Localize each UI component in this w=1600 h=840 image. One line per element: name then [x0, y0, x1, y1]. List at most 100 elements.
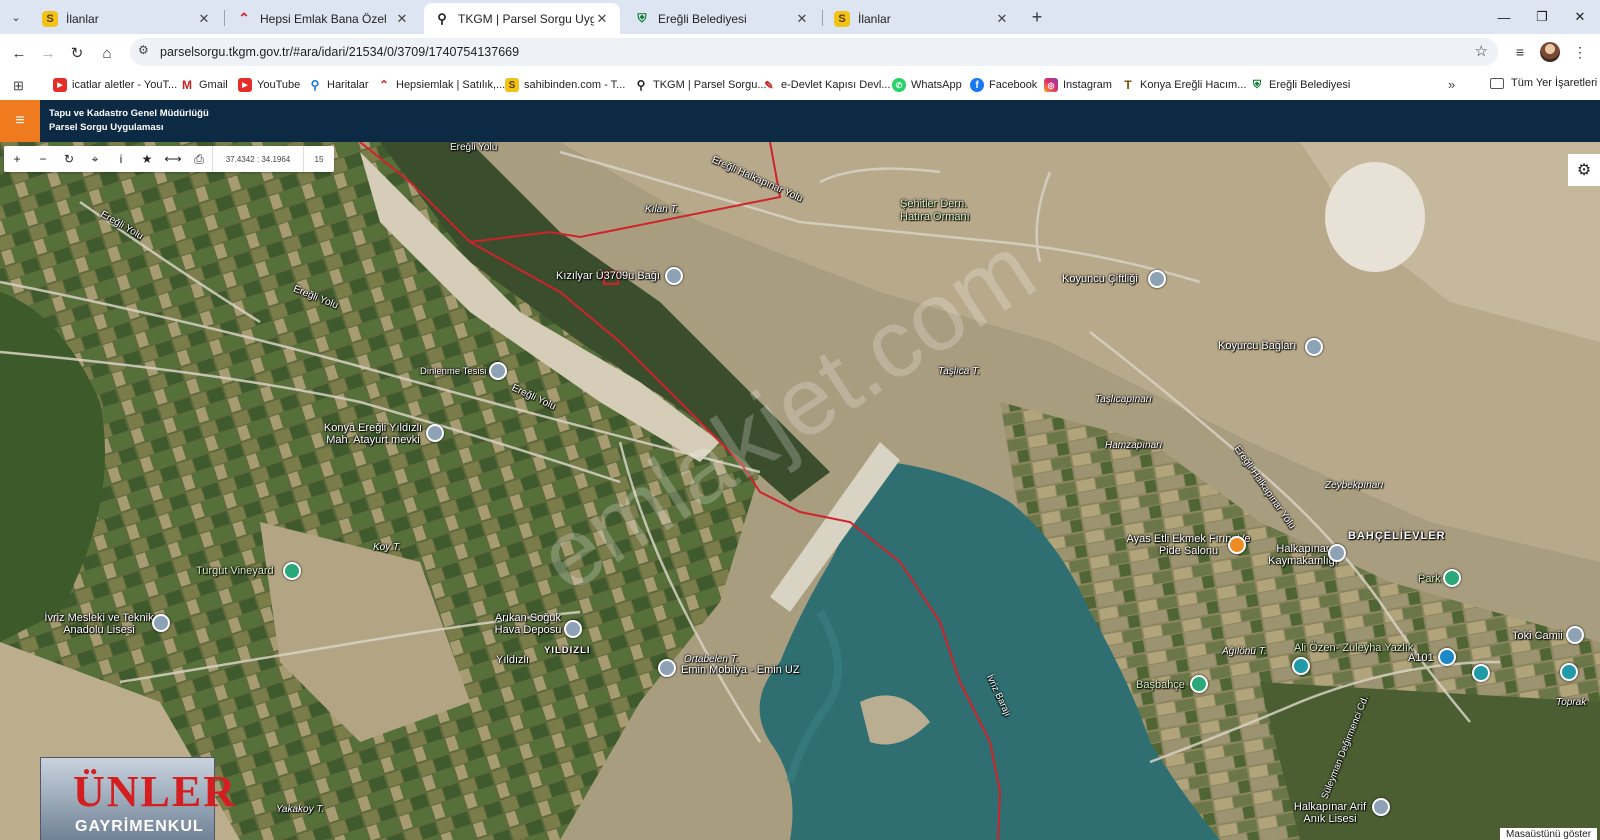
- avatar[interactable]: [1540, 42, 1560, 62]
- zoom-in-icon[interactable]: +: [4, 146, 30, 172]
- app-title: Tapu ve Kadastro Genel Müdürlüğü Parsel …: [49, 107, 209, 135]
- school-icon[interactable]: [152, 614, 170, 632]
- satellite-map[interactable]: emlakjet.com Ereğli Yolu Ereğli Yolu Ere…: [0, 142, 1600, 840]
- tab-search-icon[interactable]: ⌄: [4, 6, 28, 28]
- bookmark-item[interactable]: ▶ icatlar aletler - YouT...: [53, 77, 177, 93]
- bookmark-item[interactable]: ✎ e-Devlet Kapısı Devl...: [762, 77, 890, 93]
- map-label: Park: [1418, 573, 1441, 585]
- map-label: Başbahçe: [1136, 679, 1185, 691]
- facebook-icon: f: [970, 78, 984, 92]
- minimize-button[interactable]: —: [1486, 4, 1522, 30]
- map-label: Koyuncu Çiftliği: [1062, 273, 1138, 285]
- address-bar[interactable]: ⚙ parselsorgu.tkgm.gov.tr/#ara/idari/215…: [130, 38, 1498, 66]
- tab-title: İlanlar: [858, 11, 891, 26]
- map-label: Yıldızlı: [496, 654, 530, 666]
- bookmark-item[interactable]: ⚲ TKGM | Parsel Sorgu...: [634, 77, 767, 93]
- lodging-icon[interactable]: [1292, 657, 1310, 675]
- bookmark-item[interactable]: f Facebook: [970, 77, 1037, 93]
- poi-marker-icon[interactable]: [1472, 664, 1490, 682]
- tab-tkgm[interactable]: ⚲ TKGM | Parsel Sorgu Uygulama ✕: [424, 3, 620, 34]
- restore-button[interactable]: ❐: [1524, 4, 1560, 30]
- poi-marker-icon[interactable]: [665, 267, 683, 285]
- park-icon[interactable]: [1443, 569, 1461, 587]
- poi-marker-icon[interactable]: [1305, 338, 1323, 356]
- bookmark-item[interactable]: Ssahibinden.com - T...: [505, 77, 625, 93]
- close-window-button[interactable]: ✕: [1562, 4, 1598, 30]
- media-controls-icon[interactable]: ≡: [1510, 42, 1530, 62]
- bookmark-label: sahibinden.com - T...: [524, 79, 626, 91]
- mosque-icon[interactable]: [1566, 626, 1584, 644]
- poi-marker-icon[interactable]: [658, 659, 676, 677]
- home-button[interactable]: ⌂: [94, 40, 120, 66]
- bookmarks-bar: ⊞ ▶ icatlar aletler - YouT... M Gmail ▶ You…: [0, 70, 1600, 100]
- tab-strip: ⌄ S İlanlar ✕ ⌃ Hepsi Emlak Bana Özel ✕ …: [0, 0, 1600, 34]
- map-label: Ali Özen- Züleyha Yazlık: [1294, 642, 1414, 654]
- folder-icon: [1490, 77, 1504, 89]
- restaurant-icon[interactable]: [1228, 536, 1246, 554]
- map-label: Kılan T.: [645, 204, 679, 215]
- close-icon[interactable]: ✕: [794, 11, 810, 27]
- eregli-icon: ⛨: [1252, 78, 1262, 91]
- print-icon[interactable]: ⎙: [186, 146, 212, 172]
- forward-button[interactable]: →: [35, 40, 61, 66]
- poi-marker-icon[interactable]: [426, 424, 444, 442]
- bookmark-item[interactable]: ◎ Instagram: [1044, 77, 1112, 93]
- back-button[interactable]: ←: [6, 40, 32, 66]
- star-icon[interactable]: ★: [134, 146, 160, 172]
- tab-eregli-belediyesi[interactable]: ⛨ Ereğli Belediyesi ✕: [624, 3, 820, 34]
- bookmark-item[interactable]: ⌃ Hepsiemlak | Satılık,...: [377, 77, 505, 93]
- close-icon[interactable]: ✕: [196, 11, 212, 27]
- close-icon[interactable]: ✕: [994, 11, 1010, 27]
- locate-icon[interactable]: ⌖: [82, 146, 108, 172]
- winery-icon[interactable]: [283, 562, 301, 580]
- menu-icon[interactable]: ⋮: [1570, 42, 1590, 62]
- close-icon[interactable]: ✕: [394, 11, 410, 27]
- bookmark-item[interactable]: M Gmail: [180, 77, 228, 93]
- info-icon[interactable]: i: [108, 146, 134, 172]
- bookmark-label: TKGM | Parsel Sorgu...: [653, 79, 767, 91]
- refresh-icon[interactable]: ↻: [56, 146, 82, 172]
- app-header: ≡ Tapu ve Kadastro Genel Müdürlüğü Parse…: [0, 100, 1600, 142]
- url-text[interactable]: parselsorgu.tkgm.gov.tr/#ara/idari/21534…: [160, 45, 519, 59]
- tab-divider: [822, 10, 823, 26]
- park-icon[interactable]: [1190, 675, 1208, 693]
- close-icon[interactable]: ✕: [594, 11, 610, 27]
- site-info-icon[interactable]: ⚙: [138, 43, 149, 57]
- tab-ilanlar-1[interactable]: S İlanlar ✕: [32, 3, 222, 34]
- browser-toolbar: ← → ↻ ⌂ ⚙ parselsorgu.tkgm.gov.tr/#ara/i…: [0, 34, 1600, 70]
- tab-ilanlar-2[interactable]: S İlanlar ✕: [824, 3, 1020, 34]
- more-bookmarks-icon[interactable]: »: [1448, 77, 1455, 92]
- all-bookmarks-folder[interactable]: Tüm Yer İşaretleri: [1490, 77, 1597, 89]
- logo-title: ÜNLER: [73, 767, 238, 816]
- measure-icon[interactable]: ⟷: [160, 146, 186, 172]
- bookmark-item[interactable]: ⛨ Ereğli Belediyesi: [1250, 77, 1350, 93]
- map-label: Arıkan Soğuk Hava Deposu: [494, 612, 562, 636]
- bookmark-item[interactable]: ✆ WhatsApp: [892, 77, 962, 93]
- map-label: Emin Mobilya - Emin UZ: [681, 664, 800, 676]
- government-icon[interactable]: [1328, 544, 1346, 562]
- reload-button[interactable]: ↻: [64, 40, 90, 66]
- poi-marker-icon[interactable]: [489, 362, 507, 380]
- tab-title: Ereğli Belediyesi: [658, 11, 747, 26]
- bookmark-label: Konya Ereğli Hacım...: [1140, 79, 1247, 91]
- app-title-line2: Parsel Sorgu Uygulaması: [49, 122, 164, 133]
- school-icon[interactable]: [1372, 798, 1390, 816]
- poi-marker-icon[interactable]: [1560, 663, 1578, 681]
- tab-hepsiemlak[interactable]: ⌃ Hepsi Emlak Bana Özel ✕: [226, 3, 420, 34]
- new-tab-button[interactable]: +: [1026, 6, 1048, 28]
- shop-icon[interactable]: [1438, 648, 1456, 666]
- settings-gear-icon[interactable]: ⚙: [1568, 154, 1600, 186]
- poi-marker-icon[interactable]: [1148, 270, 1166, 288]
- tab-title: Hepsi Emlak Bana Özel: [260, 11, 387, 26]
- hepsiemlak-icon: ⌃: [378, 78, 390, 92]
- hamburger-menu-icon[interactable]: ≡: [0, 100, 40, 142]
- poi-marker-icon[interactable]: [564, 620, 582, 638]
- bookmark-label: Ereğli Belediyesi: [1269, 79, 1351, 91]
- zoom-out-icon[interactable]: −: [30, 146, 56, 172]
- apps-grid-icon[interactable]: ⊞: [13, 78, 24, 94]
- bookmark-item[interactable]: T Konya Ereğli Hacım...: [1121, 77, 1246, 93]
- bookmark-item[interactable]: ▶ YouTube: [238, 77, 300, 93]
- bookmark-item[interactable]: ⚲ Haritalar: [308, 77, 369, 93]
- bookmark-star-icon[interactable]: ☆: [1475, 42, 1488, 60]
- map-label: Taşlıca T.: [938, 366, 981, 377]
